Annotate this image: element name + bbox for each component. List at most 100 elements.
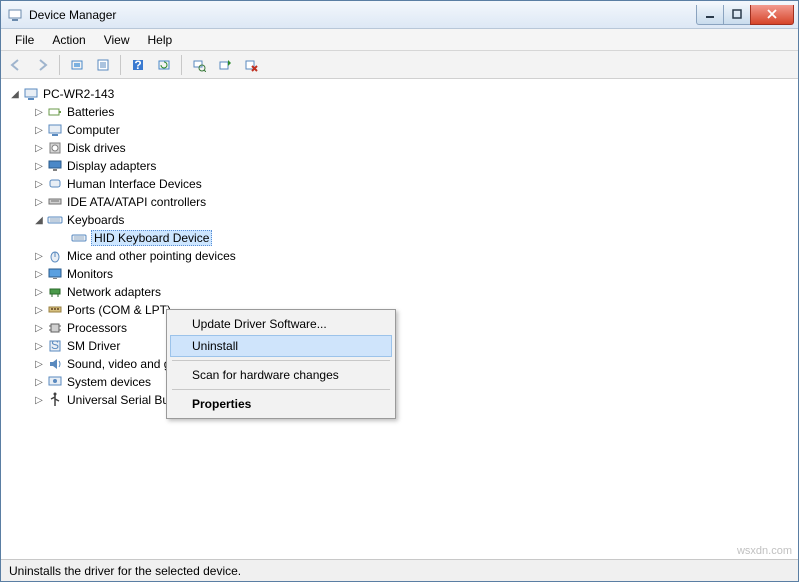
usb-icon xyxy=(47,392,63,408)
watermark: wsxdn.com xyxy=(737,545,792,557)
menu-view[interactable]: View xyxy=(96,31,138,49)
expander-closed-icon[interactable]: ▷ xyxy=(33,125,45,136)
titlebar: Device Manager xyxy=(1,1,798,29)
back-button[interactable] xyxy=(5,54,27,76)
tree-item-label: Mice and other pointing devices xyxy=(67,249,236,263)
window-title: Device Manager xyxy=(29,8,697,22)
svg-text:?: ? xyxy=(134,58,141,72)
context-scan[interactable]: Scan for hardware changes xyxy=(170,364,392,386)
tree-item-label: Processors xyxy=(67,321,127,335)
tree-root[interactable]: ◢ PC-WR2-143 xyxy=(5,85,794,103)
tree-item[interactable]: ▷Universal Serial Bus controllers xyxy=(5,391,794,409)
tree-item[interactable]: ◢ Keyboards xyxy=(5,211,794,229)
tree-item[interactable]: ▷ Network adapters xyxy=(5,283,794,301)
expander-closed-icon[interactable]: ▷ xyxy=(33,359,45,370)
toolbar-separator xyxy=(120,55,121,75)
expander-closed-icon[interactable]: ▷ xyxy=(33,395,45,406)
ide-icon xyxy=(47,194,63,210)
keyboard-icon xyxy=(47,212,63,228)
uninstall-button[interactable] xyxy=(240,54,262,76)
expander-open-icon[interactable]: ◢ xyxy=(9,89,21,100)
tree-item[interactable]: ▷ Computer xyxy=(5,121,794,139)
tree-item[interactable]: ▷ Processors xyxy=(5,319,794,337)
system-icon xyxy=(47,374,63,390)
refresh-button[interactable] xyxy=(153,54,175,76)
display-icon xyxy=(47,158,63,174)
mouse-icon xyxy=(47,248,63,264)
scan-button[interactable] xyxy=(188,54,210,76)
context-uninstall[interactable]: Uninstall xyxy=(170,335,392,357)
tree-item[interactable]: ▷System devices xyxy=(5,373,794,391)
device-manager-window: Device Manager File Action View Help ? ◢ xyxy=(0,0,799,582)
maximize-button[interactable] xyxy=(723,5,751,25)
update-driver-button[interactable] xyxy=(214,54,236,76)
expander-closed-icon[interactable]: ▷ xyxy=(33,179,45,190)
tree-item-label: IDE ATA/ATAPI controllers xyxy=(67,195,206,209)
tree-item-label: Disk drives xyxy=(67,141,126,155)
computer-icon xyxy=(47,122,63,138)
tree-item[interactable]: ▷ Mice and other pointing devices xyxy=(5,247,794,265)
device-tree[interactable]: ◢ PC-WR2-143 ▷ Batteries ▷ Computer ▷ Disk dr… xyxy=(1,79,798,559)
toolbar: ? xyxy=(1,51,798,79)
tree-item[interactable]: ▷ IDE ATA/ATAPI controllers xyxy=(5,193,794,211)
menubar: File Action View Help xyxy=(1,29,798,51)
statusbar: Uninstalls the driver for the selected d… xyxy=(1,559,798,581)
computer-icon xyxy=(23,86,39,102)
toolbar-separator xyxy=(59,55,60,75)
toolbar-separator xyxy=(181,55,182,75)
tree-item[interactable]: ▷ Monitors xyxy=(5,265,794,283)
status-text: Uninstalls the driver for the selected d… xyxy=(9,564,241,578)
expander-closed-icon[interactable]: ▷ xyxy=(33,143,45,154)
tree-item[interactable]: ▷ Disk drives xyxy=(5,139,794,157)
tree-item-label: SM Driver xyxy=(67,339,120,353)
expander-closed-icon[interactable]: ▷ xyxy=(33,197,45,208)
menu-help[interactable]: Help xyxy=(140,31,181,49)
battery-icon xyxy=(47,104,63,120)
context-properties[interactable]: Properties xyxy=(170,393,392,415)
disk-icon xyxy=(47,140,63,156)
context-menu-separator xyxy=(172,389,390,390)
context-update-driver[interactable]: Update Driver Software... xyxy=(170,313,392,335)
expander-closed-icon[interactable]: ▷ xyxy=(33,305,45,316)
tree-item[interactable]: ▷SSM Driver xyxy=(5,337,794,355)
tree-item-label: HID Keyboard Device xyxy=(91,230,212,246)
tree-item[interactable]: ▷ Human Interface Devices xyxy=(5,175,794,193)
help-button[interactable]: ? xyxy=(127,54,149,76)
keyboard-icon xyxy=(71,230,87,246)
properties-button[interactable] xyxy=(92,54,114,76)
expander-closed-icon[interactable]: ▷ xyxy=(33,269,45,280)
tree-item-label: Ports (COM & LPT) xyxy=(67,303,171,317)
window-controls xyxy=(697,5,794,25)
context-menu-separator xyxy=(172,360,390,361)
tree-item-label: Human Interface Devices xyxy=(67,177,202,191)
close-button[interactable] xyxy=(750,5,794,25)
tree-item[interactable]: ▷ Ports (COM & LPT) xyxy=(5,301,794,319)
expander-closed-icon[interactable]: ▷ xyxy=(33,251,45,262)
tree-root-label: PC-WR2-143 xyxy=(43,87,114,101)
forward-button[interactable] xyxy=(31,54,53,76)
tree-item-label: Keyboards xyxy=(67,213,124,227)
tree-item[interactable]: HID Keyboard Device xyxy=(5,229,794,247)
tree-item-label: Monitors xyxy=(67,267,113,281)
show-hidden-button[interactable] xyxy=(66,54,88,76)
tree-item[interactable]: ▷ Batteries xyxy=(5,103,794,121)
tree-item-label: Batteries xyxy=(67,105,114,119)
expander-closed-icon[interactable]: ▷ xyxy=(33,377,45,388)
tree-item-label: Computer xyxy=(67,123,120,137)
expander-closed-icon[interactable]: ▷ xyxy=(33,341,45,352)
expander-closed-icon[interactable]: ▷ xyxy=(33,107,45,118)
tree-item-label: Network adapters xyxy=(67,285,161,299)
cpu-icon xyxy=(47,320,63,336)
expander-closed-icon[interactable]: ▷ xyxy=(33,323,45,334)
sound-icon xyxy=(47,356,63,372)
tree-item[interactable]: ▷Display adapters xyxy=(5,157,794,175)
menu-action[interactable]: Action xyxy=(44,31,93,49)
expander-closed-icon[interactable]: ▷ xyxy=(33,287,45,298)
hid-icon xyxy=(47,176,63,192)
menu-file[interactable]: File xyxy=(7,31,42,49)
minimize-button[interactable] xyxy=(696,5,724,25)
expander-closed-icon[interactable]: ▷ xyxy=(33,161,45,172)
monitor-icon xyxy=(47,266,63,282)
tree-item[interactable]: ▷Sound, video and game controllers xyxy=(5,355,794,373)
expander-open-icon[interactable]: ◢ xyxy=(33,215,45,226)
